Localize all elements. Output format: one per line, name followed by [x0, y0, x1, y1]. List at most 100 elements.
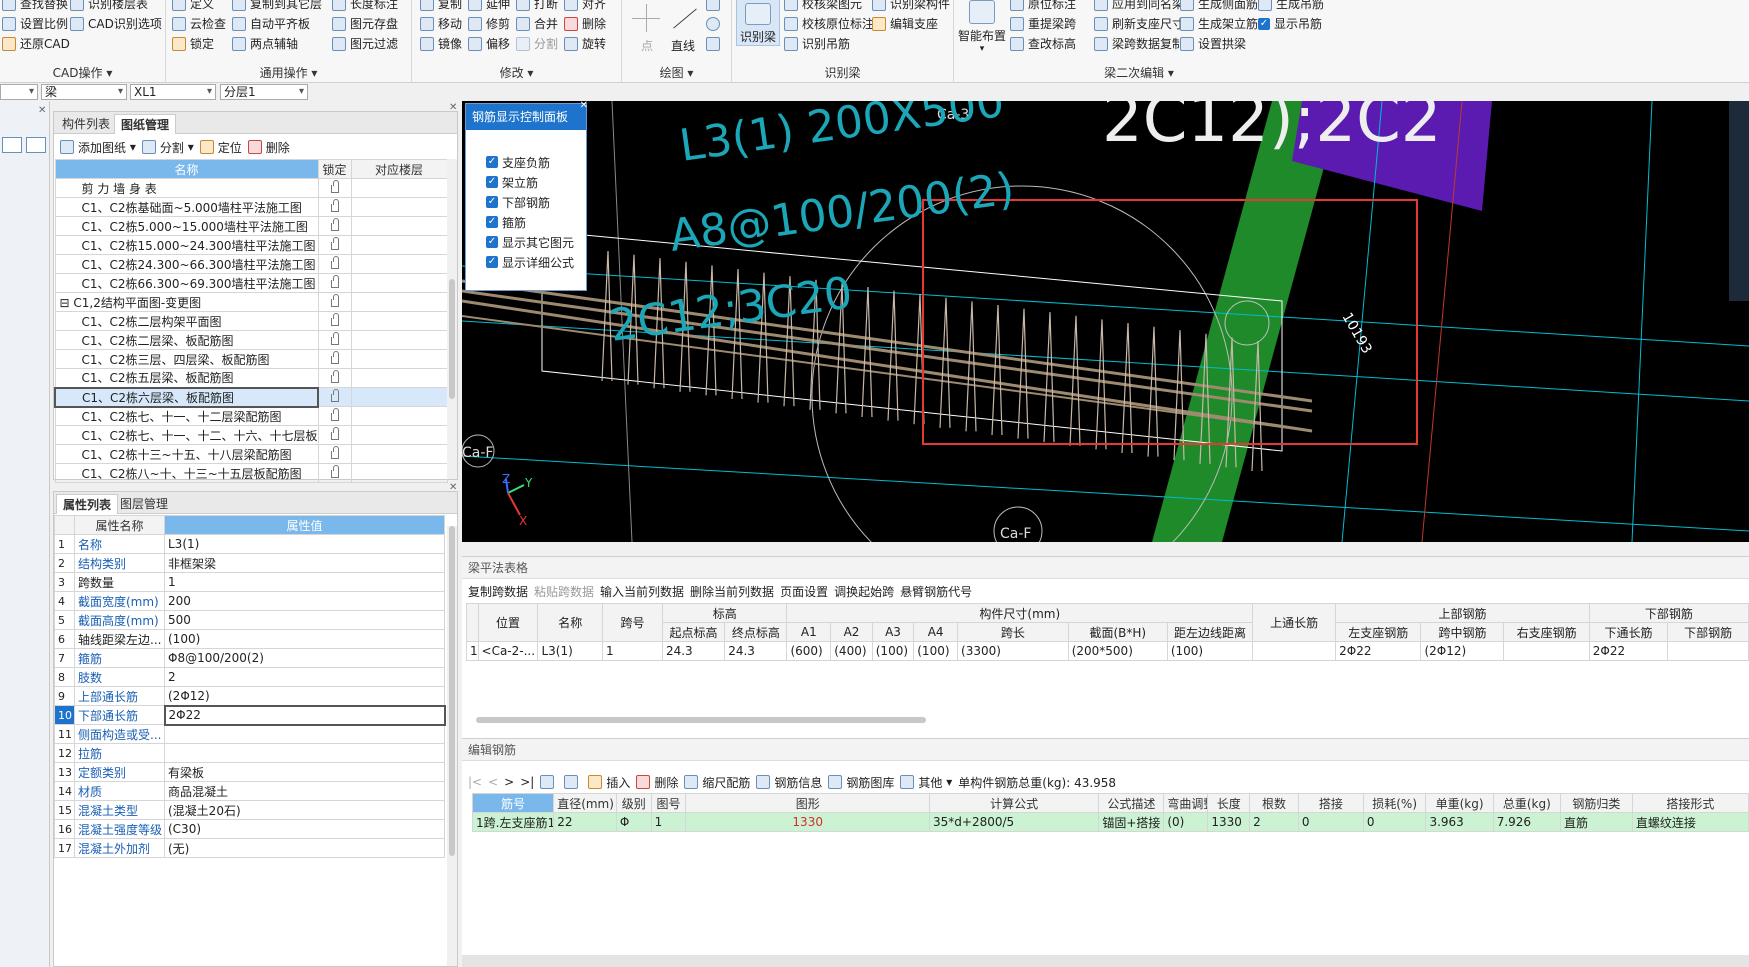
- drawing-row[interactable]: C1、C2栋五层梁、板配筋图: [54, 368, 448, 388]
- merge-button[interactable]: 合并: [516, 14, 558, 34]
- nav-first-button[interactable]: |<: [468, 775, 482, 789]
- property-value[interactable]: Φ8@100/200(2): [164, 648, 445, 668]
- drawing-row[interactable]: C1、C2栋十三~十五、十八层梁配筋图: [54, 444, 448, 464]
- lock-icon[interactable]: [330, 237, 339, 250]
- table-cell[interactable]: [1667, 641, 1749, 661]
- col-lock[interactable]: 锁定: [317, 159, 352, 179]
- table-cell[interactable]: <Ca-2-...: [477, 641, 539, 661]
- table-row[interactable]: 1跨.左支座筋1 22 Φ 1 1330 35*d+2800/5 锚固+搭接 (0) 1330 2…: [471, 812, 1749, 832]
- element-filter-button[interactable]: 图元过滤: [332, 34, 398, 54]
- paste-span-data-button[interactable]: 粘贴跨数据: [534, 583, 594, 600]
- property-value[interactable]: L3(1): [164, 534, 445, 554]
- property-value[interactable]: 2Φ22: [163, 704, 446, 726]
- re-extract-span-button[interactable]: 重提梁跨: [1010, 14, 1076, 34]
- layer-combo[interactable]: 分层1: [220, 84, 308, 100]
- lock-icon[interactable]: [330, 294, 339, 307]
- restore-cad-button[interactable]: 还原CAD: [2, 34, 70, 54]
- view-toolbar[interactable]: [1729, 101, 1749, 301]
- table-cell[interactable]: 1: [602, 641, 663, 661]
- floor-cell[interactable]: [350, 254, 448, 274]
- rebar-info-button[interactable]: 钢筋信息: [756, 774, 822, 791]
- property-value[interactable]: 2: [164, 667, 445, 687]
- table-cell[interactable]: (3300): [957, 641, 1069, 661]
- lock-icon[interactable]: [330, 256, 339, 269]
- floor-cell[interactable]: [350, 349, 448, 369]
- rebar-library-button[interactable]: 钢筋图库: [828, 774, 894, 791]
- delete-drawing-button[interactable]: 删除: [247, 139, 290, 156]
- table-cell[interactable]: (100): [1166, 641, 1254, 661]
- split-button[interactable]: 分割: [516, 34, 558, 54]
- set-scale-button[interactable]: 设置比例: [2, 14, 68, 34]
- circle-tool-button[interactable]: [706, 14, 724, 34]
- drawing-row[interactable]: C1、C2栋六层梁、板配筋图: [54, 386, 448, 408]
- point-button[interactable]: 点: [632, 4, 662, 54]
- drawing-row[interactable]: ⊟ C1,2结构平面图-变更图: [54, 292, 448, 312]
- lock-icon[interactable]: [330, 370, 339, 383]
- other-button[interactable]: 其他 ▾: [900, 774, 952, 791]
- recog-beam-member-button[interactable]: 识别梁构件: [872, 0, 950, 14]
- drawing-row[interactable]: C1、C2栋15.000~24.300墙柱平法施工图: [54, 235, 448, 255]
- floor-cell[interactable]: [350, 463, 448, 483]
- table-cell[interactable]: 2Φ22: [1335, 641, 1422, 661]
- property-row[interactable]: 17 混凝土外加剂 (无): [54, 838, 445, 858]
- find-replace-button[interactable]: 查找替换: [2, 0, 68, 14]
- lock-icon[interactable]: [330, 275, 339, 288]
- move-up-button[interactable]: [540, 775, 558, 789]
- align-button[interactable]: 对齐: [564, 0, 606, 14]
- property-value[interactable]: 1: [164, 572, 445, 592]
- floor-cell[interactable]: [350, 330, 448, 350]
- show-hanger-checkbox[interactable]: ✓ 显示吊筋: [1258, 14, 1322, 34]
- floor-cell[interactable]: [350, 235, 448, 255]
- rect-tool-button[interactable]: [706, 34, 724, 54]
- lock-icon[interactable]: [330, 427, 339, 440]
- recog-floor-table-button[interactable]: 识别楼层表: [70, 0, 148, 14]
- drawing-row[interactable]: C1、C2栋二层梁、板配筋图: [54, 330, 448, 350]
- property-row[interactable]: 7 箍筋 Φ8@100/200(2): [54, 648, 445, 668]
- floor-cell[interactable]: [350, 197, 448, 217]
- split-drawing-button[interactable]: 分割 ▾: [141, 139, 194, 156]
- smart-layout-button[interactable]: 智能布置 ▾: [958, 0, 1006, 54]
- property-row[interactable]: 11 侧面构造或受...: [54, 724, 445, 744]
- drawing-row[interactable]: C1、C2栋24.300~66.300墙柱平法施工图: [54, 254, 448, 274]
- lock-icon[interactable]: [330, 465, 339, 478]
- delete-button[interactable]: 删除: [564, 14, 606, 34]
- nav-last-button[interactable]: >|: [520, 775, 534, 789]
- checkbox-erect-bar[interactable]: ✓ 架立筋: [466, 172, 586, 192]
- auto-align-slab-button[interactable]: 自动平齐板: [232, 14, 310, 34]
- property-row[interactable]: 2 结构类别 非框架梁: [54, 553, 445, 573]
- property-row[interactable]: 14 材质 商品混凝土: [54, 781, 445, 801]
- property-value[interactable]: 500: [164, 610, 445, 630]
- rebar-cell[interactable]: 直螺纹连接: [1631, 812, 1749, 832]
- extend-button[interactable]: 延伸: [468, 0, 510, 14]
- rebar-cell[interactable]: 35*d+2800/5: [928, 812, 1100, 832]
- rebar-cell[interactable]: 3.963: [1425, 812, 1494, 832]
- cantilever-code-button[interactable]: 悬臂钢筋代号: [900, 583, 972, 600]
- delete-row-button[interactable]: 删除: [636, 774, 678, 791]
- two-point-axis-button[interactable]: 两点辅轴: [232, 34, 298, 54]
- checkbox-other-elements[interactable]: ✓ 显示其它图元: [466, 232, 586, 252]
- rebar-cell[interactable]: 0: [1362, 812, 1427, 832]
- page-setup-button[interactable]: 页面设置: [780, 583, 828, 600]
- copy-to-floor-button[interactable]: 复制到其它层: [232, 0, 322, 14]
- col-floor[interactable]: 对应楼层: [350, 159, 448, 179]
- floor-cell[interactable]: [350, 311, 448, 331]
- floor-cell[interactable]: [350, 406, 448, 426]
- tab-drawing-manage[interactable]: 图纸管理: [114, 114, 177, 134]
- property-value[interactable]: 商品混凝土: [164, 781, 445, 801]
- scroll-thumb[interactable]: [449, 526, 455, 856]
- lock-icon[interactable]: [330, 408, 339, 421]
- property-row[interactable]: 5 截面高度(mm) 500: [54, 610, 445, 630]
- floor-cell[interactable]: [350, 368, 448, 388]
- lock-icon[interactable]: [330, 313, 339, 326]
- floor-cell[interactable]: [350, 444, 448, 464]
- property-value[interactable]: 200: [164, 591, 445, 611]
- rebar-cell[interactable]: (0): [1163, 812, 1209, 832]
- copy-span-data-button[interactable]: 梁跨数据复制: [1094, 34, 1184, 54]
- add-drawing-button[interactable]: 添加图纸 ▾: [60, 139, 136, 156]
- rebar-cell[interactable]: 1跨.左支座筋1: [471, 812, 555, 832]
- check-in-situ-button[interactable]: 校核原位标注: [784, 14, 874, 34]
- property-row[interactable]: 12 拉筋: [54, 743, 445, 763]
- lock-icon[interactable]: [330, 351, 339, 364]
- locate-button[interactable]: 定位: [199, 139, 242, 156]
- close-icon[interactable]: ✕: [580, 100, 588, 111]
